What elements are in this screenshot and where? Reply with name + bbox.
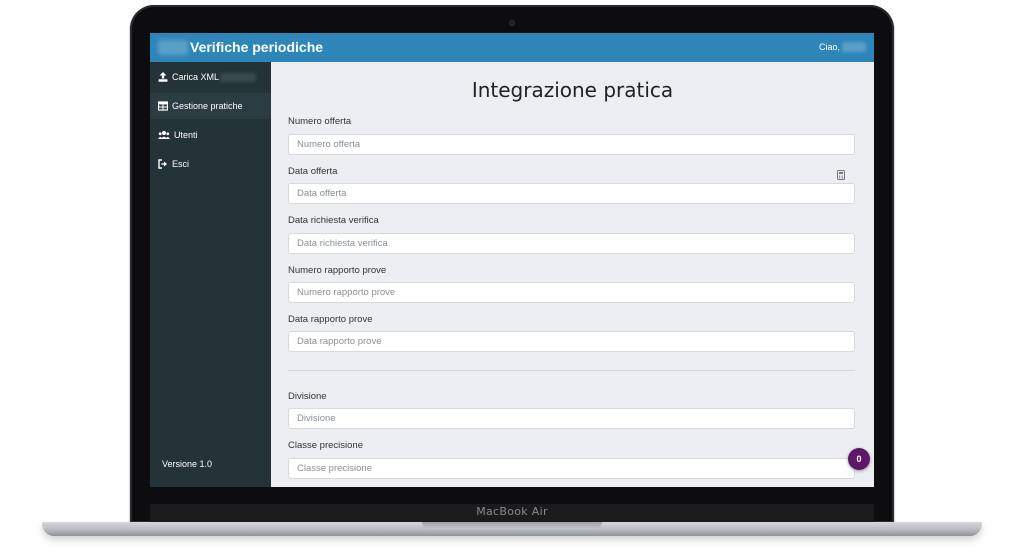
page-title: Integrazione pratica xyxy=(471,78,674,102)
main-content: Integrazione pratica Numero offerta Data… xyxy=(271,62,874,487)
table-icon xyxy=(158,101,168,111)
laptop-model-label: MacBook Air xyxy=(476,505,548,518)
numero-offerta-label: Numero offerta xyxy=(288,116,352,127)
app-screen: Verifiche periodiche Ciao, Carica XML Ge… xyxy=(150,33,874,487)
version-label: Versione 1.0 xyxy=(162,459,213,469)
redacted-text xyxy=(220,73,256,82)
numero-rapporto-prove-label: Numero rapporto prove xyxy=(288,265,387,276)
app-logo[interactable] xyxy=(158,40,188,55)
data-offerta-label: Data offerta xyxy=(288,166,338,177)
sidebar-item-gestione-pratiche[interactable]: Gestione pratiche xyxy=(150,93,271,119)
divisione-label: Divisione xyxy=(288,391,327,402)
user-greeting: Ciao, xyxy=(818,42,840,52)
sidebar-item-utenti[interactable]: Utenti xyxy=(150,122,271,148)
laptop-base-notch xyxy=(422,522,602,529)
app-title[interactable]: Verifiche periodiche xyxy=(190,39,323,55)
sidebar-item-label: Utenti xyxy=(174,130,198,140)
calculator-icon[interactable] xyxy=(837,170,845,180)
users-icon xyxy=(158,131,170,139)
sidebar: Carica XML Gestione pratiche Utenti Esci… xyxy=(150,62,271,487)
data-richiesta-verifica-input[interactable] xyxy=(288,233,855,254)
numero-rapporto-prove-input[interactable] xyxy=(288,282,855,303)
section-divider xyxy=(288,370,855,371)
sidebar-item-label: Gestione pratiche xyxy=(172,101,243,111)
camera-icon xyxy=(509,20,515,26)
data-rapporto-prove-label: Data rapporto prove xyxy=(288,314,373,325)
classe-precisione-input[interactable] xyxy=(288,458,855,479)
sidebar-item-label: Carica XML xyxy=(172,72,220,82)
notification-badge[interactable]: 0 xyxy=(848,448,870,470)
classe-precisione-label: Classe precisione xyxy=(288,440,363,451)
upload-icon xyxy=(158,72,168,82)
sign-out-icon xyxy=(158,159,167,169)
user-name[interactable] xyxy=(842,42,866,52)
sidebar-item-carica-xml[interactable]: Carica XML xyxy=(150,64,271,90)
top-navbar: Verifiche periodiche Ciao, xyxy=(150,33,874,62)
data-richiesta-verifica-label: Data richiesta verifica xyxy=(288,215,379,226)
data-rapporto-prove-input[interactable] xyxy=(288,331,855,352)
numero-offerta-input[interactable] xyxy=(288,134,855,155)
data-offerta-input[interactable] xyxy=(288,183,855,204)
sidebar-item-esci[interactable]: Esci xyxy=(150,151,271,177)
sidebar-item-label: Esci xyxy=(172,159,190,169)
divisione-input[interactable] xyxy=(288,408,855,429)
